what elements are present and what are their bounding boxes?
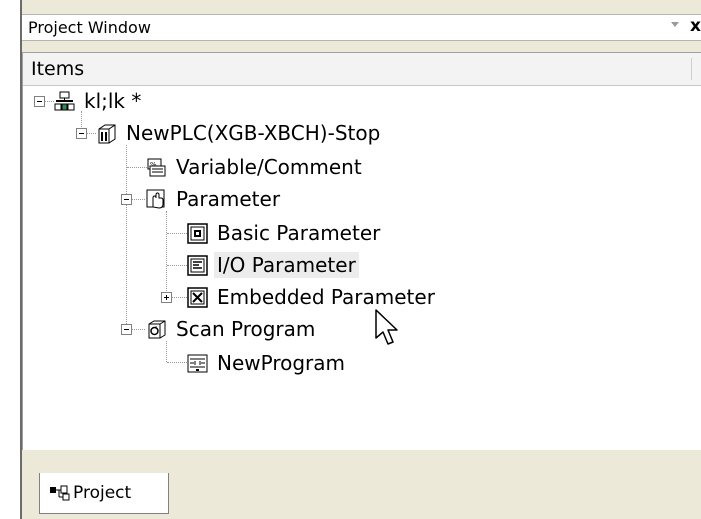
window-title: Project Window [28, 18, 151, 37]
tree-item-label: Variable/Comment [176, 155, 362, 179]
items-column-header[interactable]: Items [23, 53, 701, 86]
tree-item-label: Scan Program [176, 317, 316, 341]
tree-connector [86, 133, 96, 134]
tree-connector [167, 233, 187, 234]
collapse-toggle[interactable] [121, 194, 132, 205]
tree-item-parameter[interactable]: Parameter [146, 186, 283, 212]
collapse-toggle[interactable] [34, 96, 45, 107]
variable-comment-icon: % [147, 158, 166, 176]
tree-item-label: Parameter [176, 187, 281, 211]
scan-program-icon [148, 320, 166, 338]
parameter-icon [146, 189, 165, 209]
tree-item-plc[interactable]: NewPLC(XGB-XBCH)-Stop [96, 120, 383, 146]
tree-item-io-parameter[interactable]: I/O Parameter [187, 252, 359, 278]
items-column-label: Items [31, 58, 85, 80]
tree-item-scan-program[interactable]: Scan Program [146, 316, 318, 342]
collapse-toggle[interactable] [76, 128, 87, 139]
tree-connector [167, 362, 187, 363]
tab-project[interactable]: Project [39, 473, 169, 514]
network-project-icon [54, 91, 75, 110]
tab-label: Project [73, 483, 132, 503]
tree-item-label: Basic Parameter [217, 221, 381, 245]
embedded-parameter-icon [187, 286, 208, 308]
tree-connector [127, 167, 147, 168]
panel-tab-bar: Project [22, 450, 701, 519]
tree-item-label: NewProgram [217, 351, 346, 375]
tree-item-label: Embedded Parameter [217, 285, 435, 309]
tree-item-label: I/O Parameter [214, 252, 359, 278]
close-icon[interactable]: x [690, 16, 701, 36]
tree-connector [167, 265, 187, 266]
tree-item-variable-comment[interactable]: % Variable/Comment [146, 154, 365, 180]
tree-connector [166, 211, 167, 297]
collapse-toggle[interactable] [121, 324, 132, 335]
tree-connector [126, 145, 127, 328]
tree-connector [166, 341, 167, 362]
program-icon [187, 354, 208, 372]
project-window: Project Window x Items kl;lk * NewPLC(XG… [20, 0, 701, 519]
tree-item-basic-parameter[interactable]: Basic Parameter [187, 220, 383, 246]
tree-item-project-root[interactable]: kl;lk * [54, 88, 144, 114]
window-titlebar[interactable]: Project Window x [22, 14, 701, 41]
column-divider[interactable] [691, 58, 692, 80]
tree-panel: Items kl;lk * NewPLC(XGB-XBCH)-Stop % Va… [22, 52, 701, 451]
tree-connector [44, 101, 54, 102]
io-parameter-icon [187, 254, 208, 276]
mouse-pointer-icon [375, 309, 398, 345]
tree-connector [131, 329, 145, 330]
project-tab-icon [50, 485, 70, 501]
tree-item-label: kl;lk * [84, 89, 142, 113]
tree-item-label: NewPLC(XGB-XBCH)-Stop [126, 121, 381, 145]
expand-toggle[interactable] [161, 292, 172, 303]
tree-item-new-program[interactable]: NewProgram [187, 350, 348, 376]
tree-item-embedded-parameter[interactable]: Embedded Parameter [187, 284, 438, 310]
basic-parameter-icon [187, 222, 208, 244]
tree-connector [131, 199, 145, 200]
plc-icon [98, 124, 116, 143]
tree-connector [171, 297, 187, 298]
dropdown-arrow-icon[interactable] [671, 22, 679, 27]
